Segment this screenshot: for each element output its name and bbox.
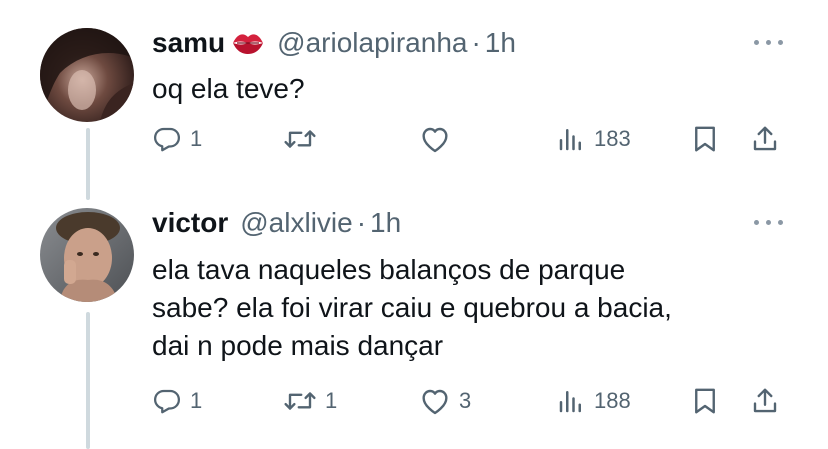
views-icon xyxy=(559,129,581,151)
retweet-button[interactable]: 1 xyxy=(283,386,337,416)
reply-button[interactable]: 1 xyxy=(152,386,202,416)
timestamp[interactable]: 1h xyxy=(485,26,516,60)
user-handle[interactable]: @alxlivie xyxy=(240,206,352,240)
tweet-header: samu @ariolapiranha · 1h xyxy=(152,26,516,60)
separator-dot: · xyxy=(356,207,367,238)
views-count: 183 xyxy=(594,126,631,151)
avatar-photo xyxy=(40,28,134,122)
reply-button[interactable]: 1 xyxy=(152,124,202,154)
tweet-text: oq ela teve? xyxy=(152,73,305,104)
tweet-reply-2[interactable]: victor @alxlivie · 1h ela tava naqueles … xyxy=(0,200,828,449)
views-count: 188 xyxy=(594,388,631,413)
views-button[interactable]: 188 xyxy=(556,386,631,416)
reply-count: 1 xyxy=(190,388,203,413)
retweet-count: 1 xyxy=(325,388,338,413)
retweet-icon xyxy=(284,392,316,410)
share-icon xyxy=(753,388,777,413)
tweet-text: ela tava naqueles balanços de parque sab… xyxy=(152,254,672,361)
views-icon xyxy=(559,391,581,413)
reply-count: 1 xyxy=(190,126,203,151)
like-count: 3 xyxy=(459,388,472,413)
retweet-icon xyxy=(284,130,316,148)
views-button[interactable]: 183 xyxy=(556,124,631,154)
share-icon xyxy=(753,126,777,151)
bookmark-icon xyxy=(695,126,715,152)
more-icon[interactable] xyxy=(752,218,786,228)
like-button[interactable] xyxy=(419,124,459,154)
like-button[interactable]: 3 xyxy=(419,386,471,416)
reply-icon xyxy=(154,389,180,414)
timestamp[interactable]: 1h xyxy=(370,206,401,240)
separator-dot: · xyxy=(471,27,481,58)
action-bar: 1 1 3 188 xyxy=(0,386,828,422)
avatar[interactable] xyxy=(40,28,134,122)
bookmark-icon xyxy=(695,388,715,414)
display-name[interactable]: samu xyxy=(152,26,225,60)
action-bar: 1 183 xyxy=(0,124,828,160)
user-handle[interactable]: @ariolapiranha xyxy=(277,26,467,60)
like-icon xyxy=(422,389,448,415)
kiss-mark-icon xyxy=(231,30,265,56)
share-button[interactable] xyxy=(750,124,780,154)
bookmark-button[interactable] xyxy=(690,124,720,154)
retweet-button[interactable] xyxy=(283,124,325,154)
bookmark-button[interactable] xyxy=(690,386,720,416)
reply-icon xyxy=(154,127,180,152)
like-icon xyxy=(422,127,448,153)
more-icon[interactable] xyxy=(752,38,786,48)
tweet-reply-1[interactable]: samu @ariolapiranha · 1h oq ela teve? 1 xyxy=(0,0,828,200)
avatar[interactable] xyxy=(40,208,134,302)
avatar-photo xyxy=(40,208,134,302)
share-button[interactable] xyxy=(750,386,780,416)
tweet-header: victor @alxlivie · 1h xyxy=(152,206,401,240)
display-name[interactable]: victor xyxy=(152,206,228,240)
